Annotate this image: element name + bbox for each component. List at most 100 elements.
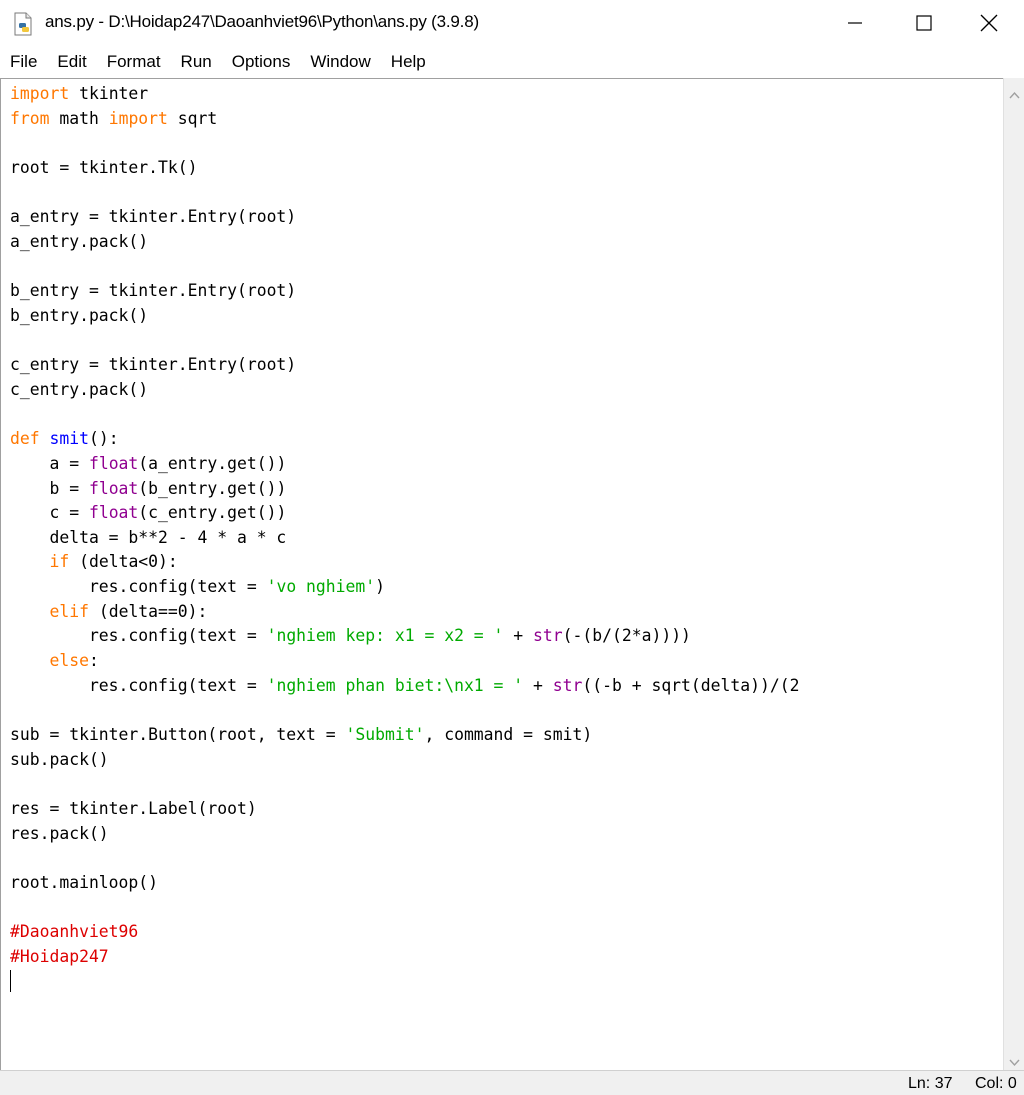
code-token: sub.pack() — [10, 749, 109, 769]
code-token: delta = b**2 - 4 * a * c — [10, 527, 287, 547]
code-token: res.config(text = — [10, 675, 267, 695]
status-bar: Ln: 37 Col: 0 — [0, 1070, 1024, 1095]
code-token: if — [49, 552, 70, 572]
code-line[interactable]: res.config(text = 'nghiem kep: x1 = x2 =… — [10, 626, 691, 645]
code-token: str — [533, 626, 563, 646]
code-line[interactable]: res.config(text = 'nghiem phan biet:\nx1… — [10, 675, 800, 695]
code-token: : — [88, 651, 99, 671]
scroll-up-icon[interactable] — [1009, 86, 1020, 99]
code-token: sqrt — [167, 108, 218, 128]
minimize-button[interactable] — [820, 0, 890, 46]
code-line[interactable]: if (delta<0): — [10, 552, 178, 572]
code-token: (b_entry.get()) — [138, 478, 287, 498]
code-token: res.config(text = — [10, 577, 267, 597]
code-line[interactable]: a_entry = tkinter.Entry(root) — [10, 207, 296, 226]
code-line[interactable]: import tkinter — [10, 84, 148, 103]
code-token: , command = smit) — [424, 725, 593, 745]
code-line[interactable]: sub.pack() — [10, 750, 109, 769]
code-line[interactable]: b_entry = tkinter.Entry(root) — [10, 281, 296, 300]
code-line[interactable]: #Daoanhviet96 — [10, 922, 138, 941]
menu-bar: File Edit Format Run Options Window Help — [0, 46, 1024, 78]
code-token: root.mainloop() — [10, 873, 159, 892]
code-line[interactable]: root.mainloop() — [10, 873, 158, 892]
code-token: res.config(text = — [10, 626, 267, 646]
code-token: import — [108, 108, 168, 128]
code-line[interactable]: c_entry = tkinter.Entry(root) — [10, 355, 296, 374]
code-line[interactable]: c = float(c_entry.get()) — [10, 503, 286, 522]
menu-edit[interactable]: Edit — [47, 46, 96, 78]
menu-run[interactable]: Run — [171, 46, 222, 78]
code-line[interactable]: res.config(text = 'vo nghiem') — [10, 577, 385, 596]
code-token: 'vo nghiem' — [266, 577, 376, 597]
code-token: a_entry.pack() — [10, 231, 149, 251]
code-token: root = tkinter.Tk() — [10, 157, 198, 177]
close-icon — [980, 14, 998, 32]
code-editor[interactable]: import tkinter from math import sqrt roo… — [0, 78, 1003, 1070]
status-column-number: Col: 0 — [975, 1075, 1017, 1092]
code-line[interactable] — [10, 969, 11, 992]
code-line[interactable]: root = tkinter.Tk() — [10, 158, 198, 177]
code-line[interactable]: a_entry.pack() — [10, 232, 148, 251]
text-caret — [10, 969, 11, 992]
code-token: 'Submit' — [345, 725, 425, 745]
code-line[interactable]: from math import sqrt — [10, 109, 217, 128]
code-token: (delta<0): — [69, 552, 178, 572]
code-line[interactable]: else: — [10, 651, 99, 671]
scroll-down-icon[interactable] — [1009, 1054, 1020, 1067]
menu-help[interactable]: Help — [381, 46, 436, 78]
minimize-icon — [847, 15, 863, 31]
menu-options[interactable]: Options — [222, 46, 301, 78]
code-token: ((-b + sqrt(delta))/(2 — [582, 675, 800, 695]
code-line[interactable]: b = float(b_entry.get()) — [10, 479, 286, 498]
code-token: ) — [375, 577, 386, 597]
menu-format[interactable]: Format — [97, 46, 171, 78]
code-line[interactable]: c_entry.pack() — [10, 380, 148, 399]
code-token: def — [10, 429, 40, 449]
code-token: c_entry = tkinter.Entry(root) — [10, 355, 297, 375]
code-line[interactable]: res = tkinter.Label(root) — [10, 799, 257, 818]
code-token: + — [523, 675, 553, 695]
code-token: c = — [10, 503, 89, 523]
code-token: (-(b/(2*a)))) — [562, 626, 691, 646]
code-line[interactable]: a = float(a_entry.get()) — [10, 454, 286, 473]
code-token: (delta==0): — [88, 601, 208, 621]
code-token: else — [49, 651, 89, 671]
code-token: (a_entry.get()) — [138, 453, 287, 473]
code-token: b_entry.pack() — [10, 305, 149, 325]
code-line[interactable]: def smit(): — [10, 429, 119, 448]
code-token: tkinter — [69, 84, 149, 103]
code-token: + — [503, 626, 534, 646]
code-token: float — [88, 478, 139, 498]
code-token: 'nghiem kep: x1 = x2 = ' — [266, 626, 504, 646]
maximize-icon — [916, 15, 932, 31]
code-token: import — [10, 84, 70, 103]
code-token: #Hoidap247 — [10, 946, 109, 966]
title-bar[interactable]: ans.py - D:\Hoidap247\Daoanhviet96\Pytho… — [0, 0, 1024, 46]
code-token: res = tkinter.Label(root) — [10, 799, 257, 819]
menu-window[interactable]: Window — [300, 46, 380, 78]
code-token: str — [552, 675, 583, 695]
code-token: a = — [10, 453, 89, 473]
code-token: b_entry = tkinter.Entry(root) — [10, 281, 297, 301]
menu-file[interactable]: File — [0, 46, 47, 78]
code-text[interactable]: import tkinter from math import sqrt roo… — [10, 82, 799, 994]
vertical-scrollbar[interactable] — [1003, 78, 1024, 1070]
maximize-button[interactable] — [889, 0, 959, 46]
code-token: float — [88, 453, 139, 473]
code-token: #Daoanhviet96 — [10, 922, 139, 942]
code-token: b = — [10, 478, 89, 498]
code-line[interactable]: #Hoidap247 — [10, 947, 109, 966]
window-title: ans.py - D:\Hoidap247\Daoanhviet96\Pytho… — [45, 12, 479, 31]
close-button[interactable] — [954, 0, 1024, 46]
code-token: smit — [49, 429, 89, 449]
code-line[interactable]: b_entry.pack() — [10, 306, 148, 325]
code-line[interactable]: delta = b**2 - 4 * a * c — [10, 528, 286, 547]
status-line-number: Ln: 37 — [908, 1075, 953, 1092]
code-line[interactable]: elif (delta==0): — [10, 602, 207, 621]
code-line[interactable]: res.pack() — [10, 824, 109, 843]
python-file-icon — [12, 12, 36, 36]
code-line[interactable]: sub = tkinter.Button(root, text = 'Submi… — [10, 725, 592, 744]
